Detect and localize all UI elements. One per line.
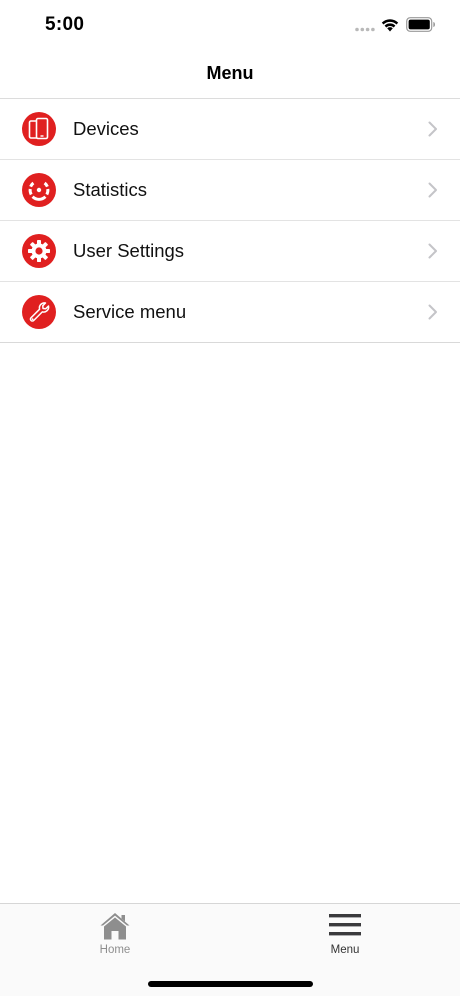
menu-item-label: User Settings bbox=[73, 240, 185, 261]
statistics-gauge-icon bbox=[22, 173, 56, 207]
wrench-icon bbox=[22, 295, 56, 329]
menu-screen: 5:00 Menu Devices Statistics User Settin… bbox=[0, 0, 460, 996]
menu-item-user-settings[interactable]: User Settings bbox=[0, 221, 460, 282]
home-indicator bbox=[148, 981, 313, 987]
gear-icon bbox=[22, 234, 56, 268]
devices-icon bbox=[22, 112, 56, 146]
tab-label-home: Home bbox=[99, 944, 131, 956]
chevron-right-icon bbox=[428, 243, 437, 259]
page-title: Menu bbox=[206, 63, 254, 83]
cellular-signal-icon bbox=[355, 27, 375, 32]
tab-label-menu: Menu bbox=[330, 944, 360, 956]
home-icon bbox=[100, 913, 130, 940]
wifi-icon bbox=[381, 19, 399, 32]
chevron-right-icon bbox=[428, 304, 437, 320]
tab-menu[interactable]: Menu bbox=[230, 904, 460, 964]
navigation-bar: Menu bbox=[0, 50, 460, 99]
tab-home[interactable]: Home bbox=[0, 904, 230, 964]
menu-item-label: Service menu bbox=[73, 301, 187, 322]
menu-list: Devices Statistics User Settings Service… bbox=[0, 99, 460, 343]
menu-item-label: Devices bbox=[73, 118, 139, 139]
menu-item-devices[interactable]: Devices bbox=[0, 99, 460, 160]
menu-item-statistics[interactable]: Statistics bbox=[0, 160, 460, 221]
hamburger-menu-icon bbox=[329, 914, 361, 936]
chevron-right-icon bbox=[428, 121, 437, 137]
status-bar: 5:00 bbox=[0, 0, 460, 50]
menu-item-label: Statistics bbox=[73, 179, 148, 200]
menu-item-service-menu[interactable]: Service menu bbox=[0, 282, 460, 343]
chevron-right-icon bbox=[428, 182, 437, 198]
battery-icon bbox=[406, 17, 435, 32]
status-time: 5:00 bbox=[45, 14, 85, 35]
